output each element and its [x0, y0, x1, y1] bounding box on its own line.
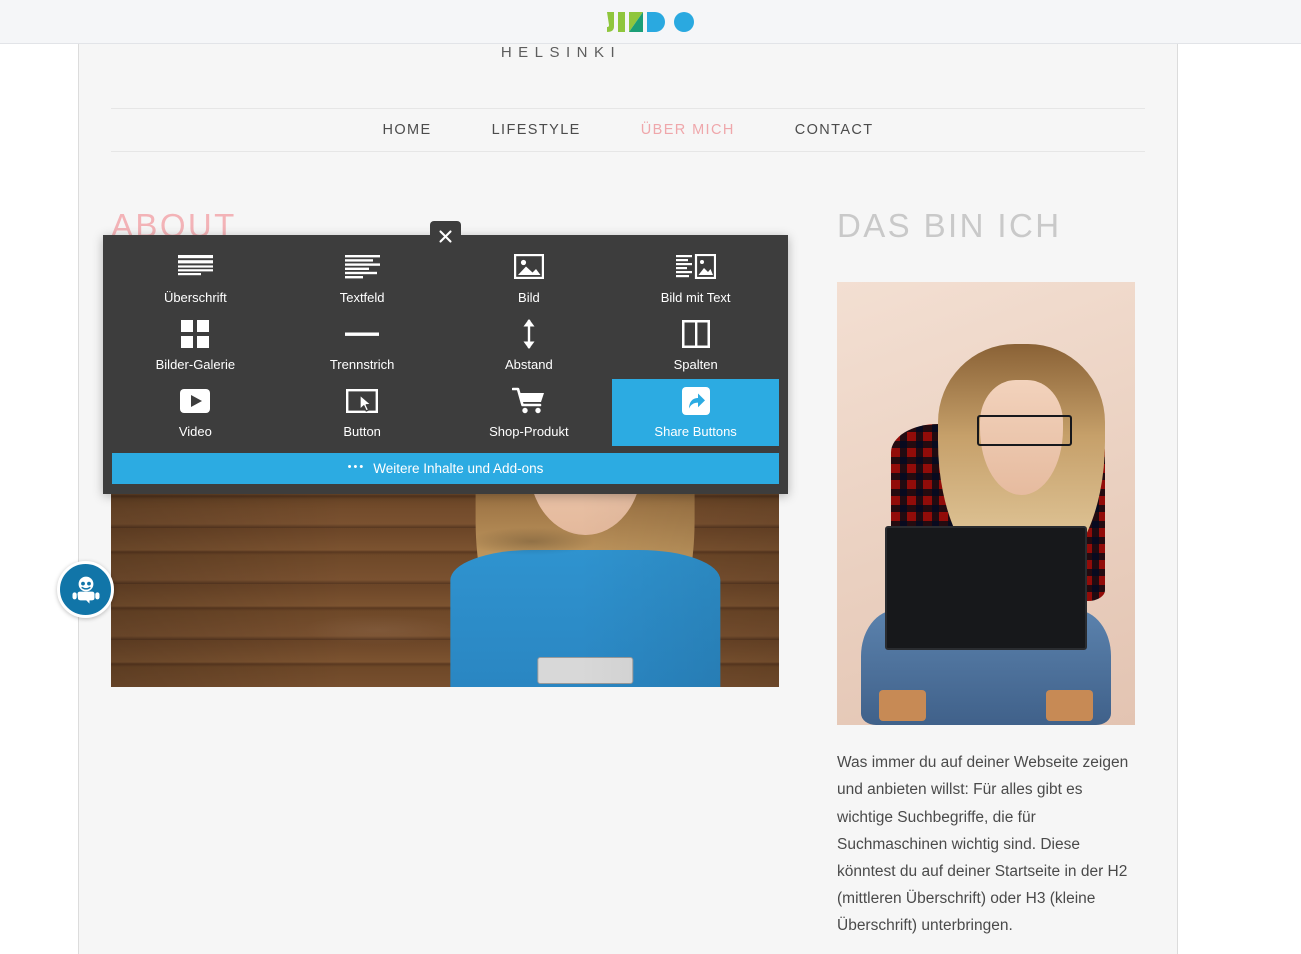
element-tile-label: Share Buttons — [654, 424, 737, 440]
element-tile-label: Shop-Produkt — [489, 424, 569, 440]
profile-photo[interactable] — [837, 282, 1135, 726]
site-brand-name: HELSINKI — [500, 44, 622, 61]
element-tile-label: Button — [343, 424, 381, 440]
element-tile-video[interactable]: Video — [112, 379, 279, 446]
nav-item-home[interactable]: HOME — [352, 122, 461, 138]
image-icon — [513, 252, 544, 282]
text-field-icon — [344, 252, 380, 282]
element-tile-bilder-galerie[interactable]: Bilder-Galerie — [112, 311, 279, 378]
website-preview-frame: HELSINKI HOME LIFESTYLE ÜBER MICH CONTAC… — [78, 44, 1178, 954]
heading-icon — [177, 252, 213, 282]
element-tile-textfeld[interactable]: Textfeld — [279, 244, 446, 311]
element-tile-label: Textfeld — [339, 289, 385, 305]
jimdo-top-bar — [0, 0, 1301, 44]
element-tile-label: Abstand — [505, 356, 553, 372]
element-tile-button[interactable]: Button — [279, 379, 446, 446]
close-element-picker-button[interactable] — [430, 221, 461, 252]
image-with-text-icon — [675, 252, 716, 282]
element-tile-bild-mit-text[interactable]: Bild mit Text — [612, 244, 779, 311]
jimdo-logo-icon — [606, 11, 694, 32]
more-content-addons-button[interactable]: ••• Weitere Inhalte und Add-ons — [112, 453, 779, 484]
nav-item-lifestyle[interactable]: LIFESTYLE — [462, 122, 611, 138]
jimdo-logo[interactable] — [605, 10, 697, 34]
gallery-grid-icon — [181, 319, 210, 349]
element-tile-label: Spalten — [673, 356, 718, 372]
more-dots-icon: ••• — [347, 461, 366, 473]
more-content-addons-label: Weitere Inhalte und Add-ons — [373, 461, 544, 476]
element-tile-share-buttons[interactable]: Share Buttons — [612, 378, 779, 446]
element-tile-label: Bild mit Text — [660, 289, 731, 305]
element-tile-ueberschrift[interactable]: Überschrift — [112, 244, 279, 311]
nav-item-ueber-mich[interactable]: ÜBER MICH — [611, 122, 765, 138]
element-tile-shop-produkt[interactable]: Shop-Produkt — [446, 379, 613, 446]
video-play-icon — [180, 386, 211, 416]
vertical-spacing-arrow-icon — [520, 318, 538, 349]
site-brand: HELSINKI — [79, 44, 1177, 72]
button-cursor-icon — [346, 386, 379, 416]
element-picker-panel: Überschrift Textfeld Bild Bild mit Text … — [103, 235, 788, 494]
close-icon — [439, 230, 452, 243]
chat-widget-button[interactable] — [57, 561, 114, 618]
site-navigation: HOME LIFESTYLE ÜBER MICH CONTACT — [111, 108, 1145, 152]
site-header: HELSINKI — [79, 44, 1177, 108]
das-bin-ich-heading: DAS BIN ICH — [837, 207, 1062, 244]
site-brand-mark-icon — [645, 44, 755, 68]
element-tile-label: Trennstrich — [329, 356, 395, 372]
element-tile-label: Bild — [518, 289, 540, 305]
columns-icon — [681, 319, 710, 349]
profile-paragraph: Was immer du auf deiner Webseite zeigen … — [837, 754, 1129, 935]
horizontal-rule-icon — [345, 319, 380, 349]
shopping-cart-icon — [511, 386, 546, 416]
share-arrow-icon — [681, 386, 710, 416]
element-tile-label: Video — [178, 424, 212, 440]
element-tile-bild[interactable]: Bild — [446, 244, 613, 311]
element-tile-label: Bilder-Galerie — [155, 356, 236, 372]
screen-root: HELSINKI HOME LIFESTYLE ÜBER MICH CONTAC… — [0, 0, 1301, 954]
element-tile-trennstrich[interactable]: Trennstrich — [279, 311, 446, 378]
element-tile-spalten[interactable]: Spalten — [612, 311, 779, 378]
element-tile-abstand[interactable]: Abstand — [446, 311, 613, 378]
content-column-right: DAS BIN ICH Was immer du auf deiner Webs… — [837, 207, 1137, 939]
element-tile-label: Überschrift — [163, 289, 227, 305]
chat-bot-icon — [72, 576, 99, 604]
nav-item-contact[interactable]: CONTACT — [765, 122, 904, 138]
element-picker-grid: Überschrift Textfeld Bild Bild mit Text … — [112, 244, 779, 446]
